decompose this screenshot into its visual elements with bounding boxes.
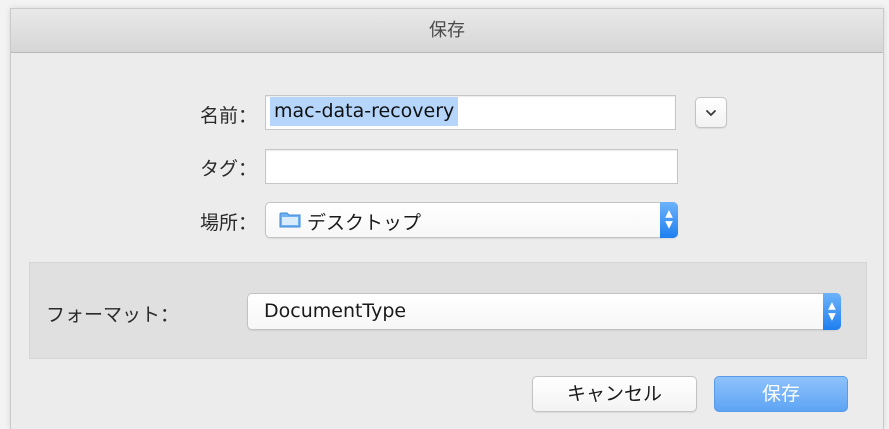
cancel-button[interactable]: キャンセル [532, 376, 697, 412]
format-stepper: ▲ ▼ [823, 293, 841, 330]
name-field-value: mac-data-recovery [270, 97, 459, 126]
expand-dialog-button[interactable] [695, 97, 727, 128]
chevron-down-icon: ▼ [828, 311, 836, 322]
save-dialog: 保存 名前： mac-data-recovery タグ： 場所： デスクトップ … [10, 8, 884, 429]
chevron-down-icon: ▼ [665, 219, 673, 231]
format-popup[interactable]: DocumentType ▲ ▼ [247, 293, 841, 330]
format-options-panel: フォーマット： DocumentType ▲ ▼ [29, 262, 867, 359]
tags-field[interactable] [265, 149, 678, 184]
location-value: デスクトップ [307, 212, 422, 234]
location-popup[interactable]: デスクトップ ▲ ▼ [265, 202, 678, 238]
location-stepper: ▲ ▼ [660, 202, 678, 238]
name-field[interactable]: mac-data-recovery [265, 95, 676, 130]
tags-label: タグ： [199, 158, 257, 180]
folder-icon [279, 212, 301, 228]
save-button[interactable]: 保存 [714, 376, 848, 412]
title-bar: 保存 [11, 9, 883, 53]
chevron-up-icon: ▲ [665, 208, 673, 220]
location-label: 場所： [199, 212, 257, 234]
chevron-down-icon [706, 110, 716, 116]
name-label: 名前： [199, 105, 257, 127]
format-label: フォーマット： [46, 304, 180, 326]
chevron-up-icon: ▲ [828, 300, 836, 311]
dialog-title: 保存 [429, 20, 465, 41]
format-value: DocumentType [264, 300, 407, 322]
